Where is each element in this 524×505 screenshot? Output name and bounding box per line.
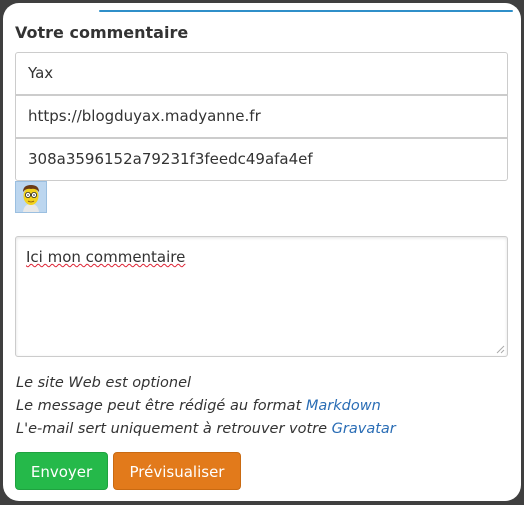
markdown-note: Le message peut être rédigé au format Ma… xyxy=(16,398,381,414)
comment-textarea[interactable]: Ici mon commentaire xyxy=(15,236,508,357)
gravatar-note: L'e-mail sert uniquement à retrouver vot… xyxy=(16,421,396,437)
markdown-link[interactable]: Markdown xyxy=(306,398,381,414)
gravatar-link[interactable]: Gravatar xyxy=(332,421,396,437)
comment-form-card: Votre commentaire Yax https://blogduyax.… xyxy=(3,3,521,501)
send-button[interactable]: Envoyer xyxy=(15,452,108,490)
email-field[interactable]: 308a3596152a79231f3feedc49afa4ef xyxy=(15,138,508,181)
website-field[interactable]: https://blogduyax.madyanne.fr xyxy=(15,95,508,138)
comment-text: Ici mon commentaire xyxy=(26,248,186,266)
form-title: Votre commentaire xyxy=(15,23,189,42)
top-accent-line xyxy=(99,10,513,12)
website-optional-note: Le site Web est optionel xyxy=(16,375,192,391)
preview-button[interactable]: Prévisualiser xyxy=(113,452,241,490)
gravatar-avatar-icon xyxy=(15,181,47,213)
gravatar-note-text: L'e-mail sert uniquement à retrouver vot… xyxy=(16,421,332,437)
name-field[interactable]: Yax xyxy=(15,52,508,95)
markdown-note-text: Le message peut être rédigé au format xyxy=(16,398,306,414)
resize-grip-icon[interactable] xyxy=(495,344,505,354)
